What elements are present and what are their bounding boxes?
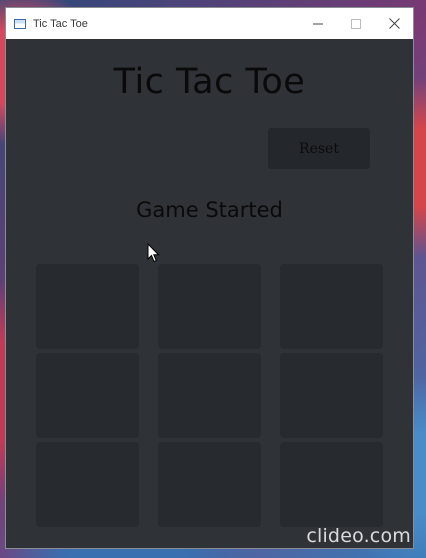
board-cell-2[interactable] [158,264,261,349]
maximize-icon [351,18,361,29]
window-controls [299,8,413,39]
board-cell-6[interactable] [280,353,383,438]
board-cell-1[interactable] [36,264,139,349]
watermark-text: clideo.com [306,525,411,547]
minimize-icon [313,23,323,24]
close-icon [388,18,400,29]
board-cell-3[interactable] [280,264,383,349]
board-cell-7[interactable] [36,442,139,527]
board-cell-5[interactable] [158,353,261,438]
mouse-cursor-icon [147,243,160,263]
game-board [36,264,383,527]
title-bar[interactable]: Tic Tac Toe [6,8,413,39]
window-title: Tic Tac Toe [33,17,88,30]
reset-button[interactable]: Reset [268,128,370,169]
board-cell-9[interactable] [280,442,383,527]
board-cell-4[interactable] [36,353,139,438]
game-title: Tic Tac Toe [113,62,306,102]
close-button[interactable] [375,8,413,39]
app-window: Tic Tac Toe Tic Tac Toe Reset Game Start… [6,8,413,548]
app-window-icon [14,18,26,29]
board-cell-8[interactable] [158,442,261,527]
minimize-button[interactable] [299,8,337,39]
game-status: Game Started [136,198,283,222]
maximize-button[interactable] [337,8,375,39]
